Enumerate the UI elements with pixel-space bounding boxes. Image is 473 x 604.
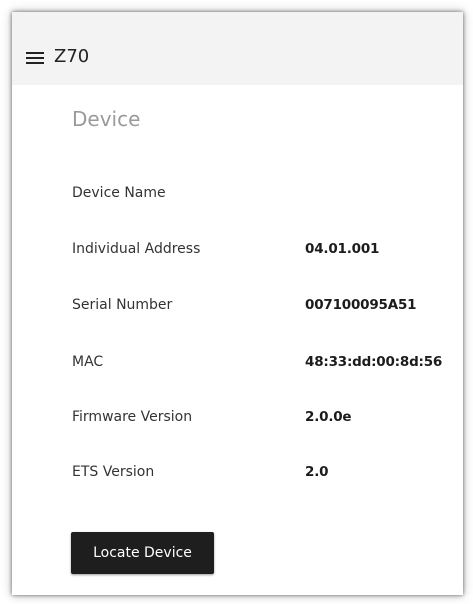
info-row-ets-version: ETS Version 2.0 bbox=[72, 462, 462, 482]
menu-icon-bar-middle bbox=[26, 57, 44, 59]
firmware-version-value: 2.0.0e bbox=[305, 409, 352, 425]
app-title: Z70 bbox=[54, 46, 90, 67]
menu-icon-bar-bottom bbox=[26, 62, 44, 64]
menu-icon-bar-top bbox=[26, 52, 44, 54]
app-window: Z70 Device Device Name Individual Addres… bbox=[12, 12, 463, 595]
info-row-individual-address: Individual Address 04.01.001 bbox=[72, 239, 462, 259]
firmware-version-label: Firmware Version bbox=[72, 409, 193, 425]
individual-address-label: Individual Address bbox=[72, 241, 201, 257]
mac-value: 48:33:dd:00:8d:56 bbox=[305, 354, 443, 370]
mac-label: MAC bbox=[72, 354, 104, 370]
individual-address-value: 04.01.001 bbox=[305, 241, 380, 257]
info-row-device-name: Device Name bbox=[72, 183, 462, 203]
section-title: Device bbox=[72, 107, 141, 131]
info-row-serial-number: Serial Number 007100095A51 bbox=[72, 295, 462, 315]
serial-number-value: 007100095A51 bbox=[305, 297, 417, 313]
device-name-label: Device Name bbox=[72, 185, 166, 201]
serial-number-label: Serial Number bbox=[72, 297, 173, 313]
info-row-mac: MAC 48:33:dd:00:8d:56 bbox=[72, 352, 462, 372]
ets-version-value: 2.0 bbox=[305, 464, 329, 480]
app-bar: Z70 bbox=[12, 12, 463, 85]
info-row-firmware-version: Firmware Version 2.0.0e bbox=[72, 407, 462, 427]
hamburger-menu-icon[interactable] bbox=[26, 52, 44, 64]
locate-device-button[interactable]: Locate Device bbox=[71, 532, 214, 574]
ets-version-label: ETS Version bbox=[72, 464, 155, 480]
